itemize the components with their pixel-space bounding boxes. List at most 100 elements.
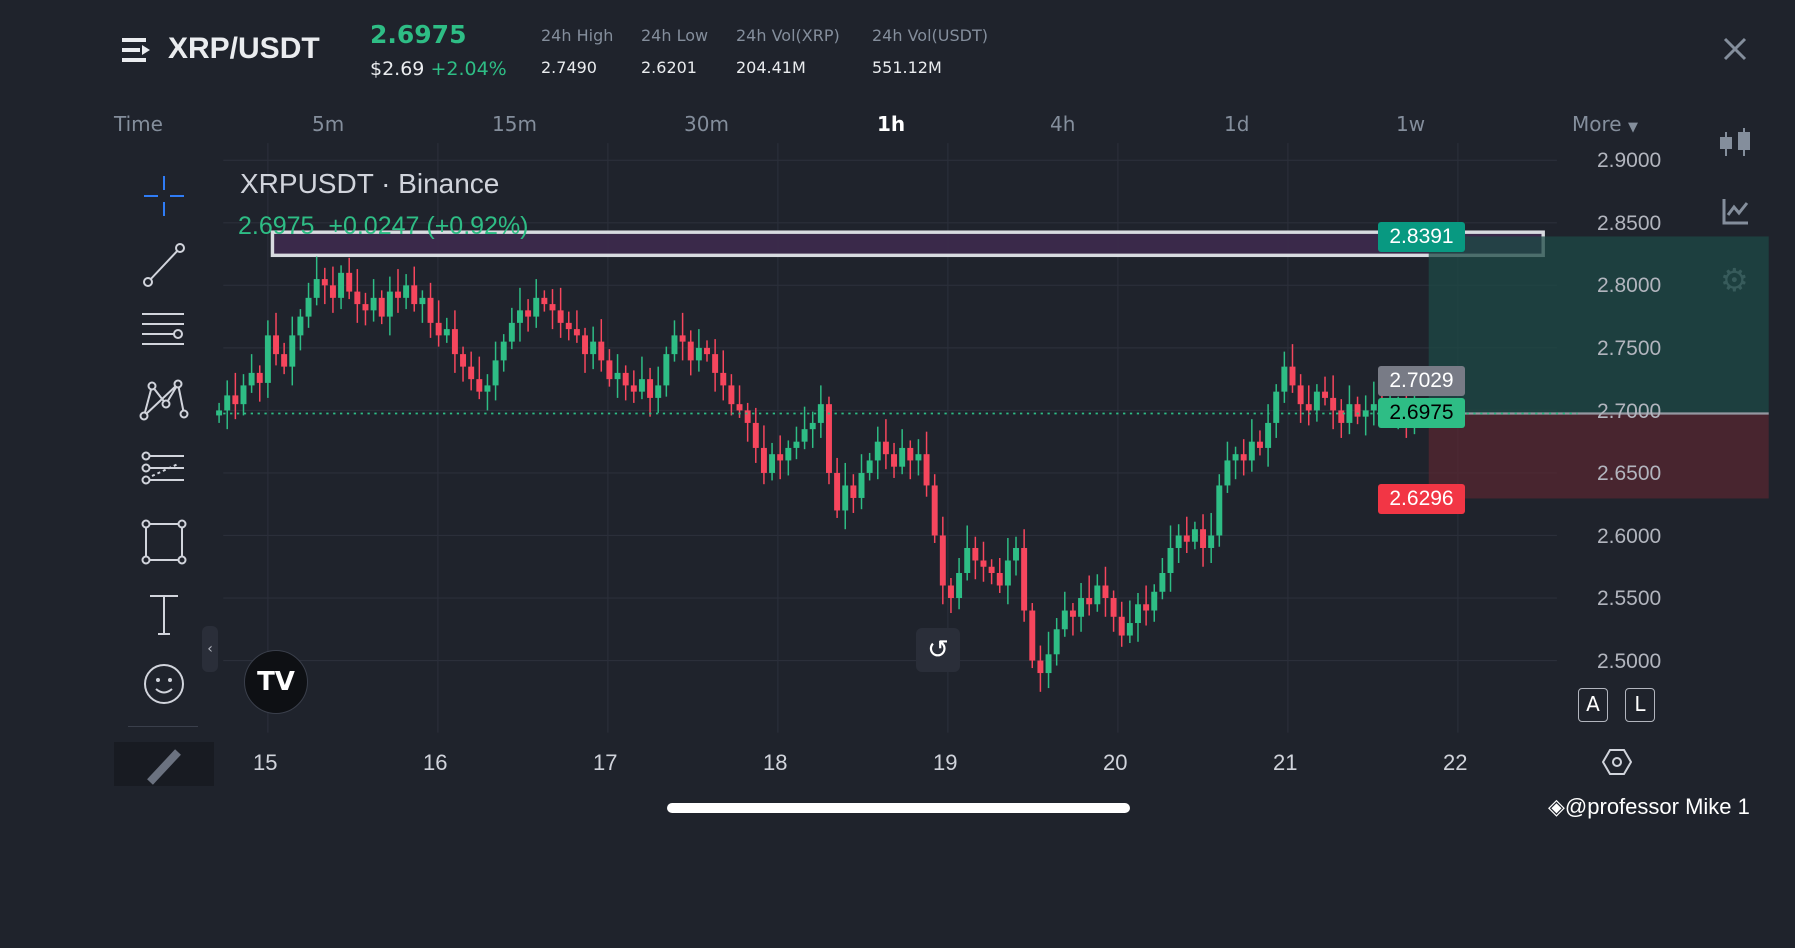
candle-body [1126,623,1133,636]
candle-body [232,395,239,405]
candle-body [435,322,442,336]
candle-body [354,291,361,305]
auto-scale-button[interactable]: A [1578,688,1608,722]
candle-body [1208,535,1215,548]
candle-body [281,354,288,367]
reset-chart-icon[interactable]: ↺ [916,628,960,672]
y-tick-label: 2.9000 [1596,149,1662,173]
candle-body [1118,616,1125,636]
candle-body [451,329,458,355]
candle-body [460,354,467,367]
candle-body [826,404,832,473]
candle-body [923,454,930,486]
candle-body [785,447,792,461]
candle-body [1322,391,1328,398]
log-scale-button[interactable]: L [1625,688,1655,722]
chart-settings-hex-icon[interactable] [1601,748,1633,780]
candle-body [1216,485,1223,536]
candle-body [891,454,898,467]
candle-body [1159,573,1166,592]
candle-body [216,410,223,416]
candle-body [720,372,727,386]
chart-symbol-legend: XRPUSDT · Binance [240,168,500,199]
candle-body [1330,397,1337,411]
y-tick-label: 2.5500 [1596,587,1662,611]
candle-body [346,272,353,292]
y-tick-label: 2.8500 [1596,211,1662,235]
candle-body [484,385,491,392]
candle-body [516,310,523,323]
candle-body [1273,391,1280,423]
candle-body [370,297,377,311]
position-profit-zone [1428,236,1769,414]
candle-body [541,297,548,305]
chart-ohlc-legend: 2.6975 +0.0247 (+0.92%) [238,212,529,240]
candle-body [760,447,767,473]
candle-body [1143,604,1150,611]
candle-body [492,360,499,386]
candle-body [752,422,759,448]
candle-body [679,335,686,342]
candle-body [386,291,393,317]
candle-body [1232,454,1239,461]
candle-body [606,360,613,380]
candle-body [866,460,873,473]
candle-body [1297,385,1304,405]
candle-body [744,410,751,423]
binance-diamond-icon: ◈ [1548,794,1565,819]
candle-body [573,329,580,336]
candle-body [1281,366,1288,392]
candle-body [988,566,995,574]
candle-body [240,385,247,405]
candle-body [582,335,588,355]
x-tick-label: 19 [933,750,958,775]
candle-body [964,547,971,574]
take-profit-badge: 2.8391 [1378,222,1465,252]
candle-body [590,341,597,355]
candle-body [598,341,605,361]
candle-body [695,347,702,361]
candle-body [769,454,776,473]
y-tick-label: 2.6000 [1596,524,1662,548]
candle-body [1200,529,1207,548]
watermark: ◈@professor Mike 1 [1548,794,1750,820]
tradingview-logo[interactable]: TV [244,650,308,714]
candle-body [736,404,743,411]
candle-body [362,304,369,311]
candle-body [638,379,645,392]
y-tick-label: 2.8000 [1596,274,1662,298]
candle-body [525,310,532,317]
candle-body [1370,404,1377,411]
candle-body [1354,404,1361,417]
candle-body [1313,391,1320,411]
candle-body [947,585,954,599]
candle-body [338,272,345,298]
candle-body [395,291,401,298]
last-price-badge: 2.6975 [1378,398,1465,428]
candle-body [1167,547,1174,574]
candle-body [1175,535,1182,548]
y-tick-label: 2.6500 [1596,462,1662,486]
candle-body [378,297,385,317]
candle-body [1037,660,1044,674]
candle-body [907,447,914,461]
candle-body [614,372,621,380]
candle-body [1256,441,1263,448]
candle-body [1305,404,1312,411]
candle-body [842,485,849,511]
candle-body [411,285,418,305]
candle-body [704,347,710,355]
candle-body [443,329,450,336]
candle-body [256,372,263,383]
candle-body [1053,629,1060,655]
candle-body [858,472,865,498]
candle-body [297,316,304,336]
candle-body [1338,410,1345,423]
candle-body [728,385,735,405]
candle-body [915,454,922,461]
candle-body [1069,610,1076,617]
candle-body [565,322,572,330]
candle-body [321,279,328,286]
home-indicator [667,803,1130,813]
candle-body [1086,598,1093,605]
